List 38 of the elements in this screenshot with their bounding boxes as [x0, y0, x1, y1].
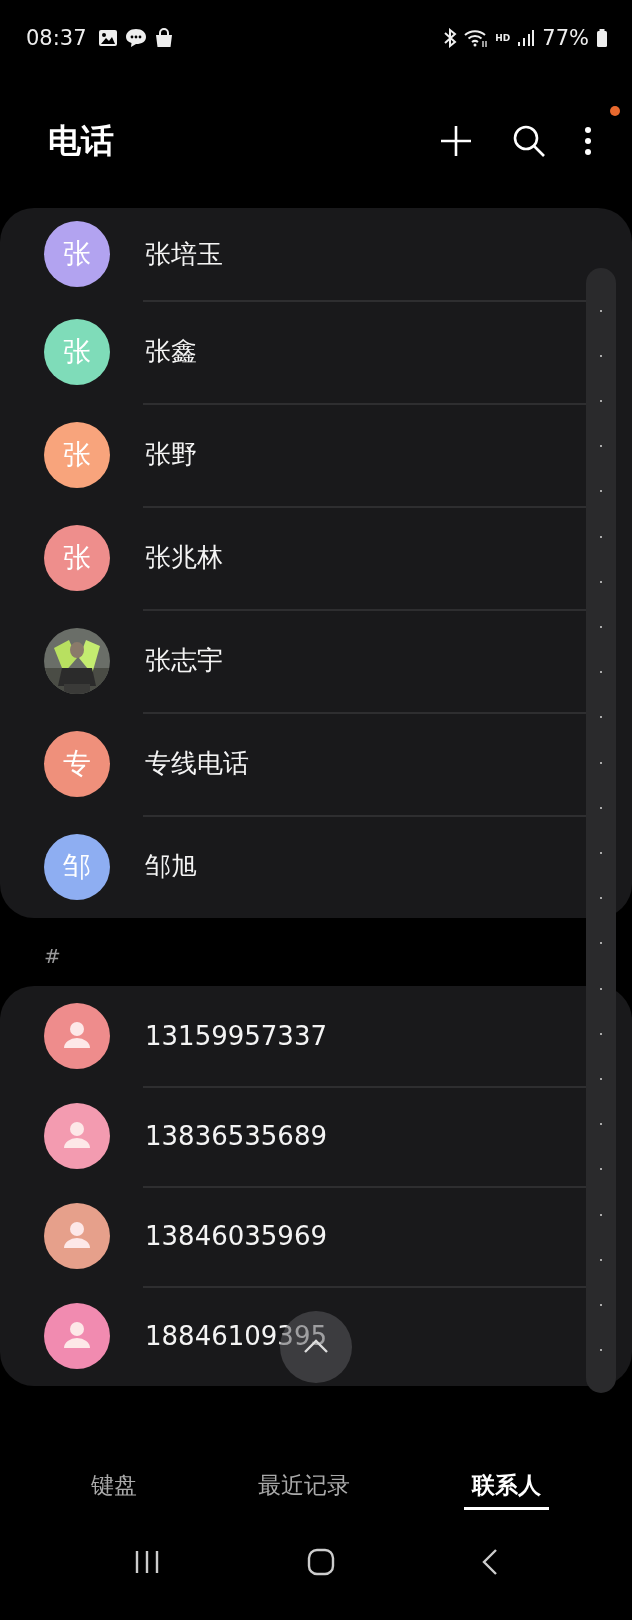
bluetooth-icon [443, 28, 458, 48]
recent-apps-icon[interactable] [133, 1549, 161, 1575]
section-header: # [44, 944, 61, 968]
contact-name[interactable]: 张志宇 [145, 643, 223, 678]
bottom-tab[interactable]: 联系人 [464, 1464, 550, 1510]
contact-name[interactable]: 张野 [145, 437, 197, 472]
bottom-tab[interactable]: 键盘 [82, 1464, 145, 1510]
search-icon[interactable] [512, 124, 546, 158]
app-title: 电话 [48, 119, 114, 162]
contact-avatar: 张 [44, 421, 110, 488]
back-icon[interactable] [481, 1548, 499, 1576]
contact-name[interactable]: 张鑫 [145, 334, 197, 369]
home-icon[interactable] [307, 1548, 335, 1576]
chat-icon [124, 28, 147, 48]
bottom-tab[interactable]: 最近记录 [250, 1464, 359, 1510]
contact-name[interactable]: 18846109395 [145, 1321, 327, 1351]
contact-avatar: 邹 [44, 833, 110, 900]
battery-icon [596, 28, 608, 48]
shopping-bag-icon [153, 28, 174, 48]
contact-name[interactable]: 张兆林 [145, 540, 223, 575]
network-label: HD [495, 33, 511, 43]
contact-name[interactable]: 张培玉 [145, 236, 223, 272]
status-time: 08:37 [26, 26, 87, 50]
more-options-icon[interactable] [584, 126, 592, 156]
contact-avatar: 专 [44, 730, 110, 797]
signal-icon [517, 29, 536, 47]
battery-percent: 77% [542, 26, 589, 50]
contact-name[interactable]: 13846035969 [145, 1221, 327, 1251]
contact-name[interactable]: 专线电话 [145, 746, 249, 781]
contact-avatar: 张 [44, 221, 110, 287]
wifi-icon [464, 28, 489, 48]
add-icon[interactable] [438, 123, 474, 159]
contact-name[interactable]: 13159957337 [145, 1021, 327, 1051]
image-icon [97, 29, 118, 47]
contact-name[interactable]: 邹旭 [145, 849, 197, 884]
contact-avatar: 张 [44, 524, 110, 591]
contact-name[interactable]: 13836535689 [145, 1121, 327, 1151]
contact-avatar: 张 [44, 318, 110, 385]
